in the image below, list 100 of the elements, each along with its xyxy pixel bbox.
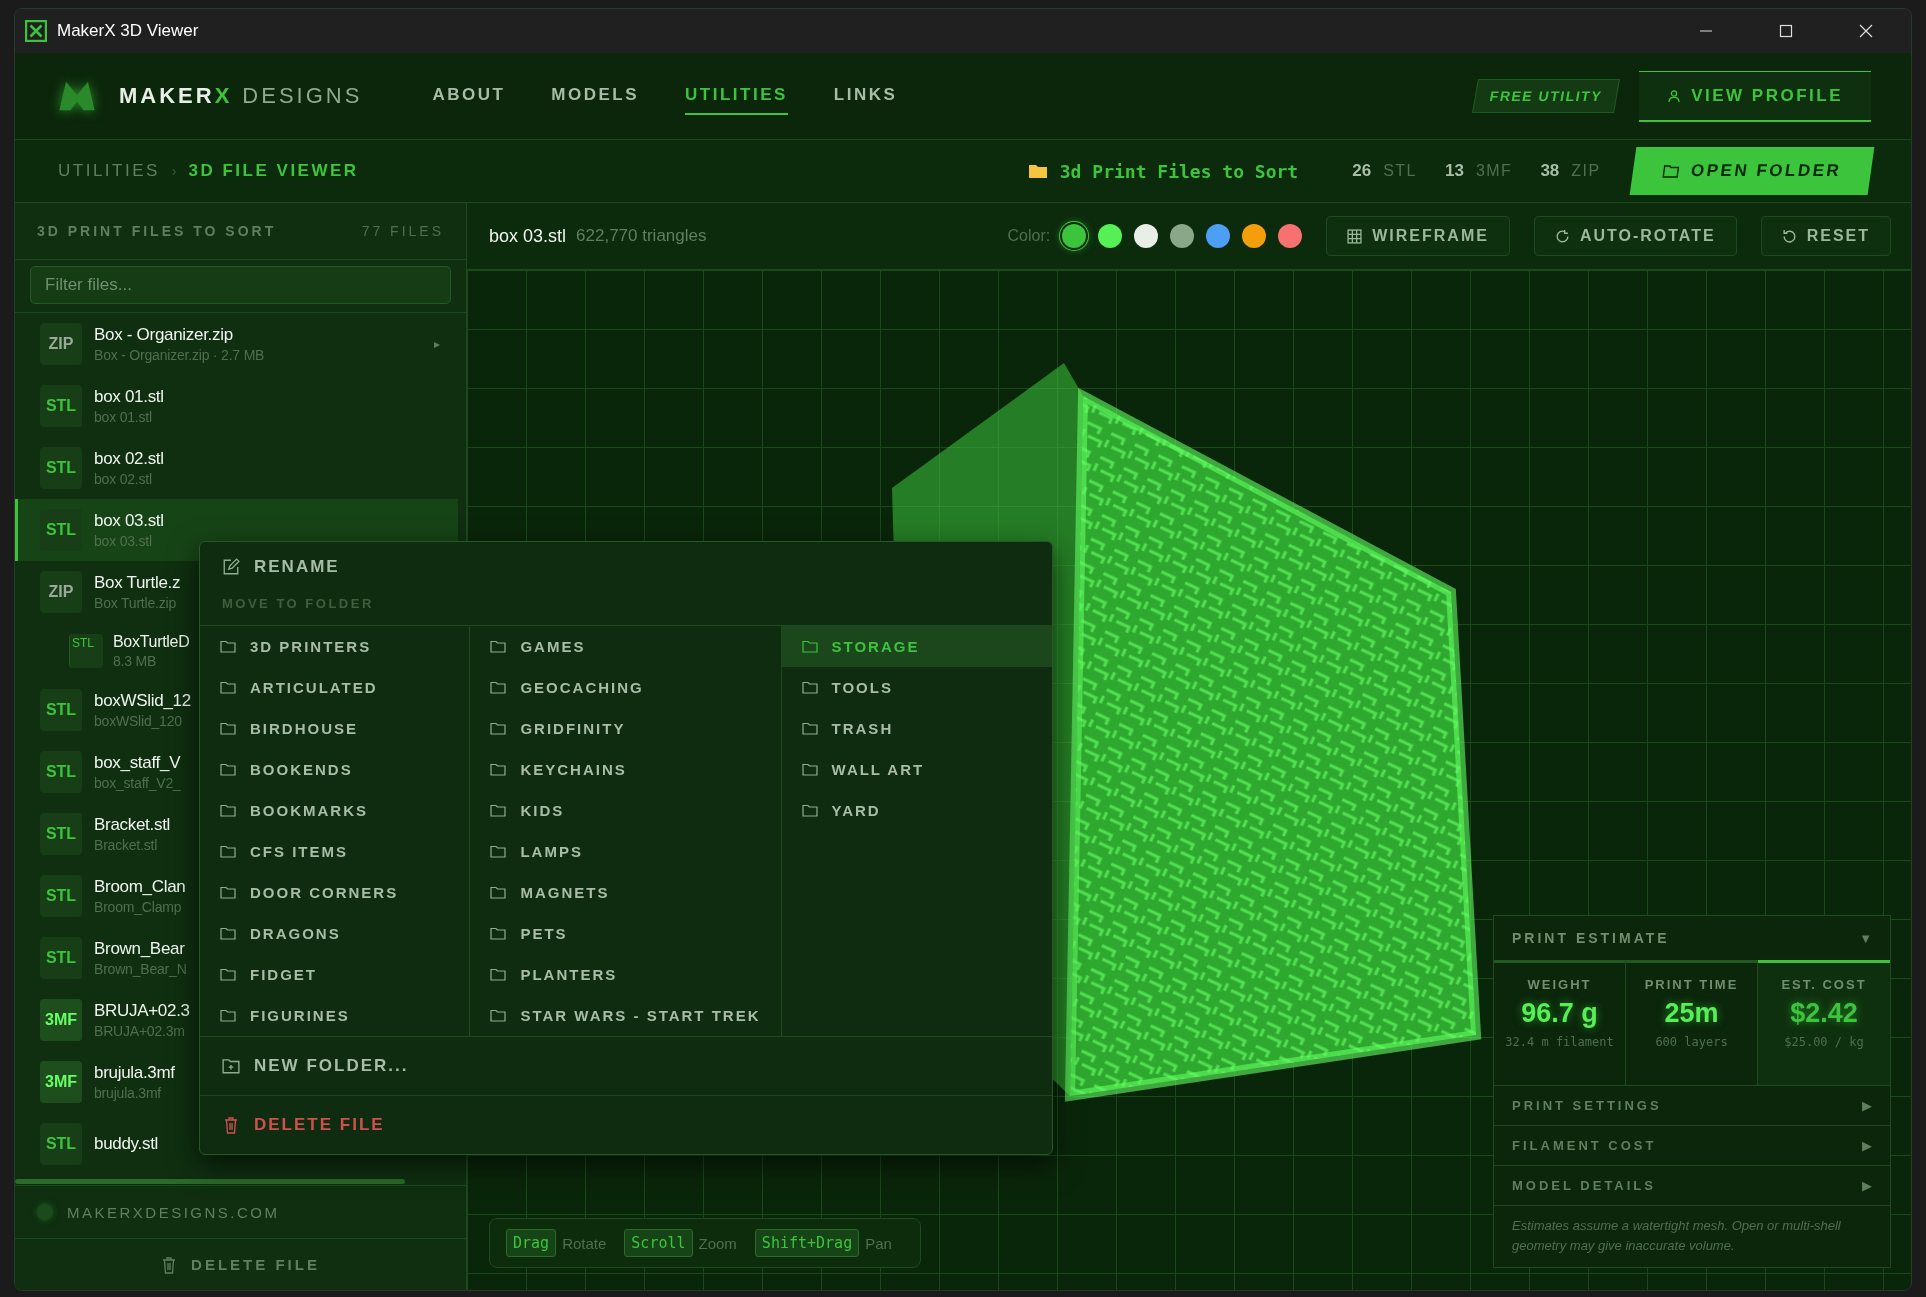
model-file-name: box 03.stl: [489, 225, 567, 247]
file-name: Bracket.stl: [94, 815, 171, 835]
key-hint: Scroll: [624, 1229, 693, 1257]
menu-label: BOOKENDS: [250, 761, 353, 778]
stat-value: 25m: [1664, 998, 1719, 1029]
file-count: 13: [1444, 161, 1464, 181]
folder-name: 3d Print Files to Sort: [1059, 160, 1299, 182]
file-count: 77 FILES: [361, 223, 444, 239]
file-count: 26: [1352, 161, 1372, 181]
file-type-badge: ZIP: [40, 571, 82, 613]
file-name: box 01.stl: [94, 387, 164, 407]
menu-label: LAMPS: [520, 843, 583, 860]
file-name: BRUJA+02.3: [94, 1001, 190, 1021]
hint-action: Pan: [865, 1234, 892, 1252]
file-detail: box_staff_V2_: [94, 775, 181, 791]
hint-action: Zoom: [698, 1234, 737, 1252]
menu-label: DOOR CORNERS: [250, 884, 399, 901]
file-type-badge: STL: [40, 385, 82, 427]
menu-label: STORAGE: [831, 638, 920, 655]
expand-toggle: ▶: [1862, 1178, 1872, 1193]
file-type-badge: STL: [40, 937, 82, 979]
file-type-badge: STL: [40, 875, 82, 917]
file-name: brujula.3mf: [94, 1063, 175, 1083]
file-name: box_staff_V: [94, 753, 181, 773]
menu-label: FIDGET: [250, 966, 317, 983]
menu-label: PETS: [520, 925, 568, 942]
menu-label: BOOKMARKS: [250, 802, 368, 819]
file-type-badge: STL: [40, 447, 82, 489]
key-hint: Shift+Drag: [754, 1229, 860, 1257]
menu-label: STAR WARS - START TREK: [520, 1007, 761, 1024]
file-name: buddy.stl: [94, 1134, 159, 1154]
file-detail: boxWSlid_120: [94, 713, 182, 729]
menu-label: MAGNETS: [520, 884, 610, 901]
color-label: Color:: [1007, 227, 1051, 245]
menu-label: PLANTERS: [520, 966, 618, 983]
estimate-note: Estimates assume a watertight mesh. Open or multi-shell geometry may give inaccurate volume.: [1494, 1205, 1890, 1267]
key-hint: Drag: [506, 1229, 557, 1257]
menu-label: KEYCHAINS: [520, 761, 627, 778]
file-name: BoxTurtleD: [113, 633, 190, 651]
file-name: boxWSlid_12: [94, 691, 191, 711]
file-detail: 8.3 MB: [113, 653, 157, 669]
menu-label: TRASH: [831, 720, 894, 737]
section-title: MODEL DETAILS: [1512, 1178, 1656, 1193]
stat-label: EST. COST: [1781, 977, 1867, 992]
file-type-badge: 3MF: [40, 1061, 82, 1103]
file-detail: box 02.stl: [94, 471, 152, 487]
hint-action: Rotate: [562, 1234, 607, 1252]
triangle-count: 622,770 triangles: [576, 226, 707, 246]
menu-label: DRAGONS: [250, 925, 341, 942]
menu-label: KIDS: [520, 802, 565, 819]
file-type-badge: STL: [40, 689, 82, 731]
file-detail: Broom_Clamp: [94, 899, 182, 915]
file-detail: Box - Organizer.zip · 2.7 MB: [94, 347, 265, 363]
expand-toggle: ▶: [1862, 1098, 1872, 1113]
file-type-label: STL: [1383, 162, 1417, 180]
collapse-toggle: ▼: [1859, 930, 1872, 946]
sidebar-title: 3D PRINT FILES TO SORT: [37, 223, 277, 239]
menu-label: CFS ITEMS: [250, 843, 348, 860]
file-type-badge: STL: [40, 813, 82, 855]
menu-label: DELETE FILE: [254, 1115, 385, 1135]
file-name: Box Turtle.z: [94, 573, 181, 593]
stat-detail: 32.4 m filament: [1505, 1035, 1614, 1049]
file-detail: box 01.stl: [94, 409, 152, 425]
file-type-badge: STL: [69, 634, 103, 668]
file-type-badge: STL: [40, 751, 82, 793]
stat-label: PRINT TIME: [1644, 977, 1739, 992]
menu-label: YARD: [831, 802, 881, 819]
menu-label: WALL ART: [831, 761, 925, 778]
window-title: MakerX 3D Viewer: [57, 21, 199, 41]
file-count: 38: [1540, 161, 1560, 181]
file-name: box 03.stl: [94, 511, 164, 531]
stat-detail: 600 layers: [1655, 1035, 1728, 1049]
menu-label: NEW FOLDER...: [254, 1056, 409, 1076]
file-name: Box - Organizer.zip: [94, 325, 233, 345]
expand-toggle: ▶: [1862, 1138, 1872, 1153]
file-name: Brown_Bear: [94, 939, 185, 959]
file-detail: Bracket.stl: [94, 837, 158, 853]
file-type-badge: ZIP: [40, 323, 82, 365]
file-detail: Box Turtle.zip: [94, 595, 176, 611]
brand-text: MAKER: [119, 83, 215, 109]
stat-value: $2.42: [1790, 998, 1858, 1029]
file-detail: box 03.stl: [94, 533, 152, 549]
stat-detail: $25.00 / kg: [1784, 1035, 1864, 1049]
menu-label: FIGURINES: [250, 1007, 350, 1024]
stat-value: 96.7 g: [1521, 998, 1598, 1029]
file-type-label: ZIP: [1571, 162, 1601, 180]
menu-label: BIRDHOUSE: [250, 720, 358, 737]
free-utility-badge: FREE UTILITY: [1472, 79, 1621, 113]
menu-label: GRIDFINITY: [520, 720, 626, 737]
menu-label: 3D PRINTERS: [250, 638, 372, 655]
brand-text: X: [214, 83, 233, 109]
file-type-label: 3MF: [1475, 162, 1513, 180]
menu-label: GEOCACHING: [520, 679, 644, 696]
file-detail: BRUJA+02.3m: [94, 1023, 185, 1039]
brand-text: DESIGNS: [242, 83, 363, 109]
file-type-badge: STL: [40, 509, 82, 551]
stat-label: WEIGHT: [1527, 977, 1592, 992]
file-name: box 02.stl: [94, 449, 164, 469]
file-name: Broom_Clan: [94, 877, 186, 897]
section-title: FILAMENT COST: [1512, 1138, 1657, 1153]
